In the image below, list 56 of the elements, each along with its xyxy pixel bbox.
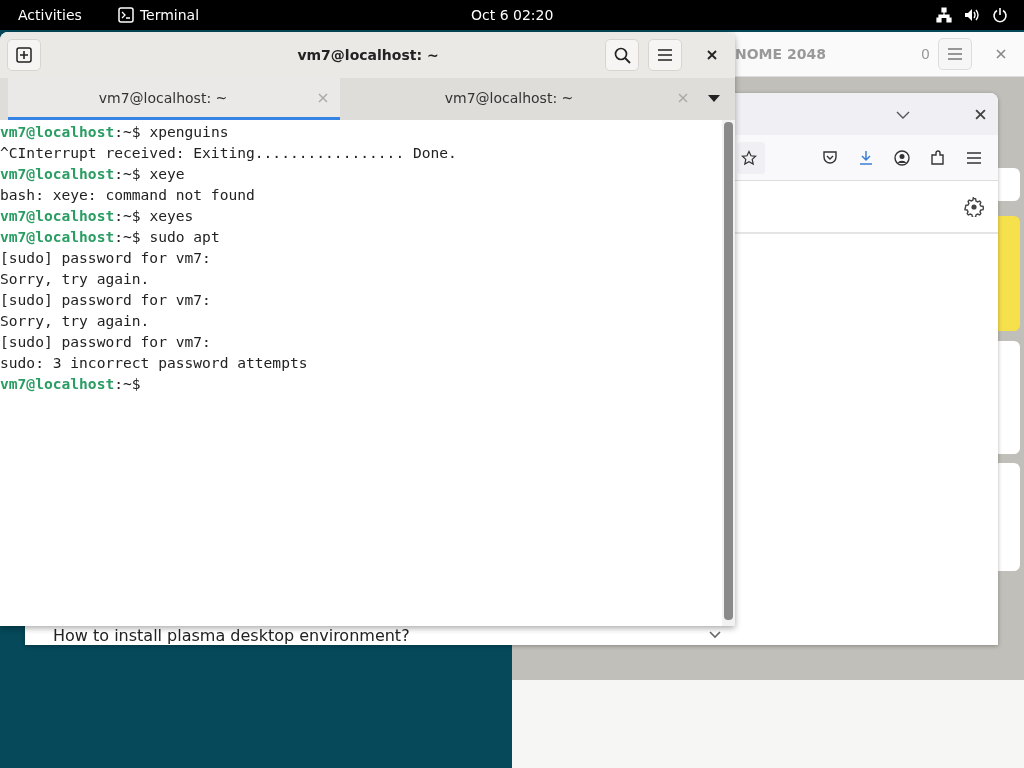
prompt-path: :~$ xyxy=(114,165,142,182)
output-line: sudo: 3 incorrect password attempts xyxy=(0,354,308,371)
account-icon[interactable] xyxy=(894,149,910,166)
search-icon xyxy=(613,46,631,64)
star-icon[interactable] xyxy=(741,149,757,166)
output-line: Sorry, try again. xyxy=(0,270,150,287)
output-line: [sudo] password for vm7: xyxy=(0,249,211,266)
network-icon[interactable] xyxy=(936,7,952,23)
prompt-path: :~$ xyxy=(114,228,142,245)
close-icon[interactable] xyxy=(707,50,717,60)
scrollbar[interactable] xyxy=(722,120,735,626)
command-text: xeyes xyxy=(149,207,194,224)
clock[interactable]: Oct 6 02:20 xyxy=(471,7,554,23)
prompt-path: :~$ xyxy=(114,207,142,224)
prompt-host: vm7@localhost xyxy=(0,375,115,392)
window-title: NOME 2048 xyxy=(735,46,826,62)
prompt-host: vm7@localhost xyxy=(0,165,115,182)
window-title: vm7@localhost: ~ xyxy=(296,47,440,63)
volume-icon[interactable] xyxy=(964,7,980,23)
prompt-path: :~$ xyxy=(114,375,141,392)
prompt-host: vm7@localhost xyxy=(0,207,115,224)
command-text: xeye xyxy=(149,165,185,182)
command-text: sudo apt xyxy=(149,228,220,245)
dropdown-arrow-icon[interactable] xyxy=(708,95,720,102)
terminal-icon xyxy=(117,7,134,23)
download-icon[interactable] xyxy=(858,149,874,166)
menu-icon xyxy=(947,48,963,60)
menu-icon[interactable] xyxy=(966,151,982,164)
chevron-down-icon[interactable] xyxy=(709,631,721,639)
pocket-icon[interactable] xyxy=(822,149,838,166)
address-bar[interactable] xyxy=(737,141,765,174)
new-tab-button[interactable] xyxy=(7,39,41,71)
faq-question[interactable]: How to install plasma desktop environment? xyxy=(53,625,410,645)
power-icon[interactable] xyxy=(992,7,1008,23)
menu-icon xyxy=(657,49,673,61)
chevron-down-icon[interactable] xyxy=(896,111,910,119)
output-line: bash: xeye: command not found xyxy=(0,186,255,203)
menu-button[interactable] xyxy=(648,39,682,71)
prompt-host: vm7@localhost xyxy=(0,228,115,245)
score-counter: 0 xyxy=(921,46,930,62)
search-button[interactable] xyxy=(605,39,639,71)
command-text: xpenguins xyxy=(149,123,229,140)
terminal-tab[interactable]: vm7@localhost: ~ xyxy=(8,78,340,120)
close-icon[interactable] xyxy=(975,109,986,120)
prompt-path: :~$ xyxy=(114,123,142,140)
prompt-host: vm7@localhost xyxy=(0,123,115,140)
settings-icon[interactable] xyxy=(964,196,984,217)
output-line: Sorry, try again. xyxy=(0,312,150,329)
terminal-tab[interactable]: vm7@localhost: ~ xyxy=(340,78,700,120)
output-line: [sudo] password for vm7: xyxy=(0,333,211,350)
plus-box-icon xyxy=(16,47,32,63)
app-menu-label[interactable]: Terminal xyxy=(139,7,200,23)
puzzle-icon[interactable] xyxy=(930,149,946,166)
activities-button[interactable]: Activities xyxy=(18,7,82,23)
output-line: ^CInterrupt received: Exiting................. Done. xyxy=(0,144,457,161)
output-line: [sudo] password for vm7: xyxy=(0,291,211,308)
